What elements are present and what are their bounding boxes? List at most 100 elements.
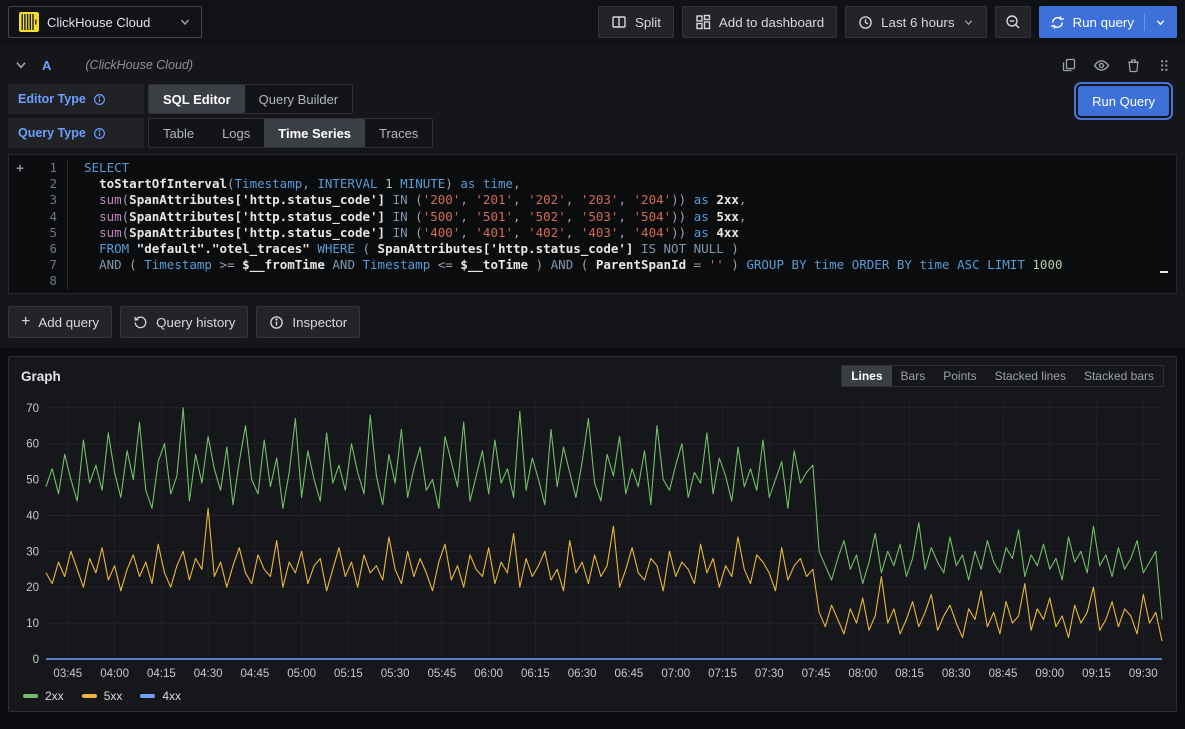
chevron-down-icon [179,16,191,28]
mode-lines[interactable]: Lines [842,366,891,386]
x-tick-label: 08:15 [895,668,924,680]
tab-sql-editor[interactable]: SQL Editor [149,85,245,113]
x-tick-label: 03:45 [53,668,82,680]
duplicate-query-button[interactable] [1061,57,1077,73]
code-line-7: 7 AND ( Timestamp >= $__fromTime AND Tim… [9,257,1176,273]
series-line-5xx [46,508,1162,641]
line-number: 8 [31,273,57,289]
code-lines: +1SELECT2 toStartOfInterval(Timestamp, I… [9,160,1176,290]
x-tick-label: 06:00 [474,668,503,680]
clock-icon [858,15,873,30]
editor-cursor [1160,271,1168,273]
add-to-dashboard-button[interactable]: Add to dashboard [682,6,837,38]
y-tick-label: 0 [33,654,39,666]
line-number: 4 [31,209,57,225]
info-icon[interactable] [93,127,106,140]
x-tick-label: 04:30 [194,668,223,680]
line-number: 7 [31,257,57,273]
gutter-spacer [9,241,31,257]
query-type-tabs: TableLogsTime SeriesTraces [148,118,433,148]
dashboard-grid-icon [695,14,711,30]
split-label: Split [635,15,661,30]
legend-swatch-4xx [140,694,155,698]
x-tick-label: 05:00 [287,668,316,680]
legend-swatch-5xx [82,694,97,698]
y-tick-label: 50 [26,475,39,487]
x-tick-label: 05:30 [381,668,410,680]
query-footer-buttons: + Add query Query history Inspector [8,306,1177,338]
legend-label: 5xx [104,689,123,703]
mode-points[interactable]: Points [934,366,985,386]
x-tick-label: 08:00 [848,668,877,680]
delete-query-button[interactable] [1126,58,1141,73]
line-number: 2 [31,176,57,192]
expand-region-icon[interactable]: + [9,160,31,176]
time-range-picker[interactable]: Last 6 hours [845,6,986,38]
inspector-button[interactable]: Inspector [256,306,360,338]
legend-item-5xx[interactable]: 5xx [82,689,123,703]
mode-stacked-bars[interactable]: Stacked bars [1075,366,1163,386]
datasource-label: ClickHouse Cloud [47,15,171,30]
tab-time-series[interactable]: Time Series [264,119,365,147]
code-line-4: 4 sum(SpanAttributes['http.status_code']… [9,209,1176,225]
run-query-editor-button[interactable]: Run Query [1078,86,1169,116]
eye-icon [1093,57,1110,74]
toggle-visibility-button[interactable] [1093,57,1110,74]
top-bar: ClickHouse Cloud Split Add to dashboard … [0,0,1185,44]
datasource-picker[interactable]: ClickHouse Cloud [8,6,202,38]
x-tick-label: 07:30 [755,668,784,680]
legend-item-4xx[interactable]: 4xx [140,689,181,703]
code-text: sum(SpanAttributes['http.status_code'] I… [67,209,1176,225]
add-to-dashboard-label: Add to dashboard [719,15,824,30]
time-series-chart[interactable]: 01020304050607003:4504:0004:1504:3004:45… [12,389,1173,687]
code-line-2: 2 toStartOfInterval(Timestamp, INTERVAL … [9,176,1176,192]
x-tick-label: 04:45 [240,668,269,680]
gutter-spacer [9,176,31,192]
drag-handle[interactable] [1157,58,1171,73]
tab-traces[interactable]: Traces [365,119,432,147]
mode-bars[interactable]: Bars [892,366,935,386]
plus-icon: + [21,315,30,329]
query-header-icons [1061,57,1171,74]
query-history-button[interactable]: Query history [120,306,248,338]
code-line-5: 5 sum(SpanAttributes['http.status_code']… [9,225,1176,241]
y-tick-label: 30 [26,546,39,558]
tab-logs[interactable]: Logs [208,119,264,147]
split-button[interactable]: Split [598,6,674,38]
time-range-label: Last 6 hours [881,15,954,30]
zoom-out-button[interactable] [995,6,1031,38]
add-query-button[interactable]: + Add query [8,306,112,338]
legend-swatch-2xx [23,694,38,698]
run-query-button[interactable]: Run query [1039,6,1178,38]
graph-mode-tabs: LinesBarsPointsStacked linesStacked bars [841,365,1164,387]
code-line-3: 3 sum(SpanAttributes['http.status_code']… [9,192,1176,208]
query-ref-id: A [42,58,51,73]
sql-code-editor[interactable]: +1SELECT2 toStartOfInterval(Timestamp, I… [8,154,1177,294]
tab-query-builder[interactable]: Query Builder [245,85,352,113]
code-text: sum(SpanAttributes['http.status_code'] I… [67,225,1176,241]
query-editor-section: A (ClickHouse Cloud) Editor Type SQL Edi… [0,44,1185,348]
tab-table[interactable]: Table [149,119,208,147]
query-type-label: Query Type [18,126,86,140]
button-divider [1144,13,1145,31]
mode-stacked-lines[interactable]: Stacked lines [986,366,1075,386]
code-text: FROM "default"."otel_traces" WHERE ( Spa… [67,241,1176,257]
line-number: 6 [31,241,57,257]
split-icon [611,14,627,30]
editor-type-label-chip: Editor Type [8,84,144,114]
chevron-down-icon[interactable] [1155,17,1166,28]
legend-item-2xx[interactable]: 2xx [23,689,64,703]
y-tick-label: 20 [26,582,39,594]
collapse-chevron-icon[interactable] [14,58,28,72]
code-text [67,273,1176,289]
query-row-header[interactable]: A (ClickHouse Cloud) [8,50,1177,80]
query-type-row: Query Type TableLogsTime SeriesTraces [8,118,1177,148]
x-tick-label: 05:15 [334,668,363,680]
add-query-label: Add query [38,315,99,330]
info-icon[interactable] [93,93,106,106]
y-tick-label: 40 [26,510,39,522]
x-tick-label: 05:45 [428,668,457,680]
trash-icon [1126,58,1141,73]
legend-label: 2xx [45,689,64,703]
x-tick-label: 08:30 [942,668,971,680]
